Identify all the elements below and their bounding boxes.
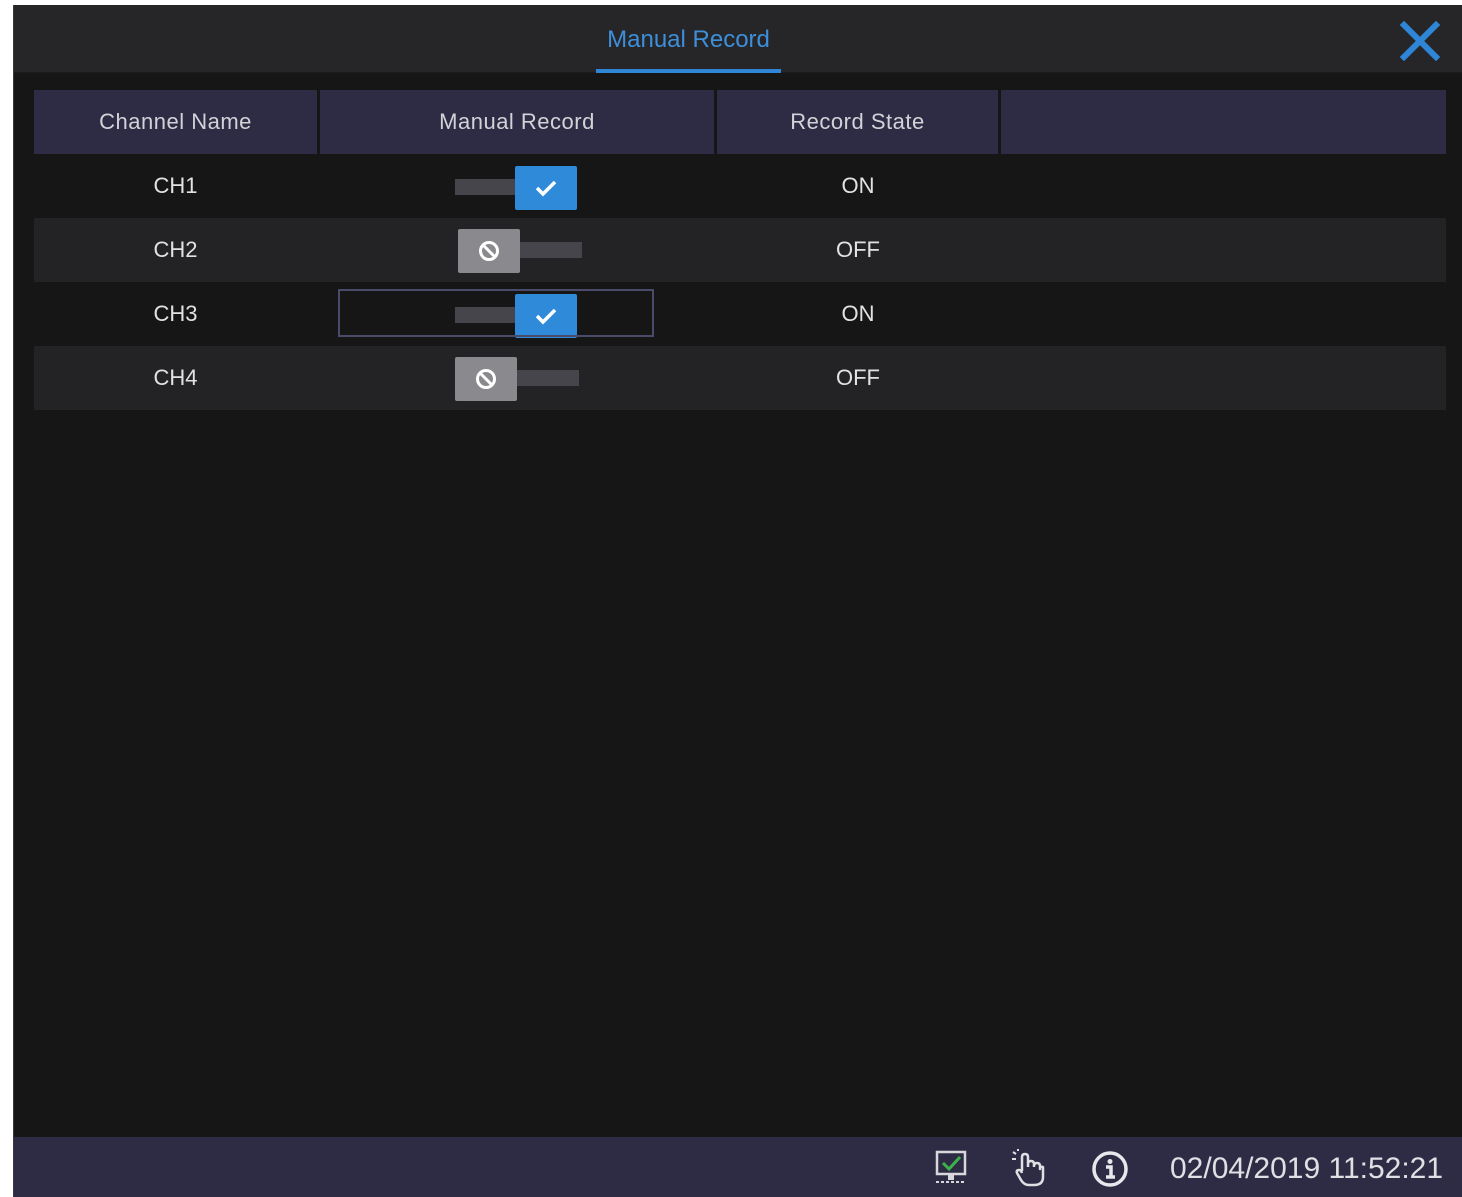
record-state: ON [841, 301, 875, 326]
manual-record-toggle[interactable] [458, 229, 582, 273]
check-icon [535, 308, 557, 325]
record-state: OFF [836, 365, 880, 390]
table-row: CH2 OFF [34, 218, 1446, 282]
channel-name: CH4 [153, 365, 198, 390]
record-state: ON [841, 173, 875, 198]
record-state: OFF [836, 237, 880, 262]
status-bar: 02/04/2019 11:52:21 [14, 1137, 1462, 1197]
close-button[interactable] [1399, 20, 1441, 62]
table-row: CH3 ON [34, 282, 1446, 346]
table-row: CH1 ON [34, 154, 1446, 218]
info-button[interactable] [1090, 1149, 1130, 1189]
manual-record-toggle[interactable] [455, 166, 579, 210]
network-status-icon [935, 1150, 967, 1183]
manual-record-toggle[interactable] [455, 357, 579, 401]
prohibited-icon [476, 369, 496, 389]
network-status-button[interactable] [932, 1149, 972, 1189]
table-row: CH4 OFF [34, 346, 1446, 410]
prohibited-icon [479, 241, 499, 261]
touch-hand-icon [1012, 1149, 1045, 1187]
title-bar: Manual Record [14, 5, 1462, 73]
channel-name: CH1 [153, 173, 198, 198]
check-icon [535, 180, 557, 197]
channel-name: CH2 [153, 237, 198, 262]
header-channel-name: Channel Name [34, 90, 317, 154]
manual-record-window: Manual Record Channel Name Manual Record… [13, 5, 1462, 1197]
header-manual-record: Manual Record [320, 90, 714, 154]
system-datetime: 02/04/2019 11:52:21 [1170, 1152, 1444, 1185]
touch-mode-button[interactable] [1010, 1149, 1050, 1189]
info-icon [1092, 1151, 1128, 1187]
header-record-state: Record State [717, 90, 998, 154]
tab-manual-record[interactable]: Manual Record [596, 5, 781, 73]
table-header: Channel Name Manual Record Record State [34, 90, 1446, 154]
close-icon [1399, 20, 1441, 62]
manual-record-toggle[interactable] [455, 294, 579, 338]
header-blank [1001, 90, 1446, 154]
channel-name: CH3 [153, 301, 198, 326]
